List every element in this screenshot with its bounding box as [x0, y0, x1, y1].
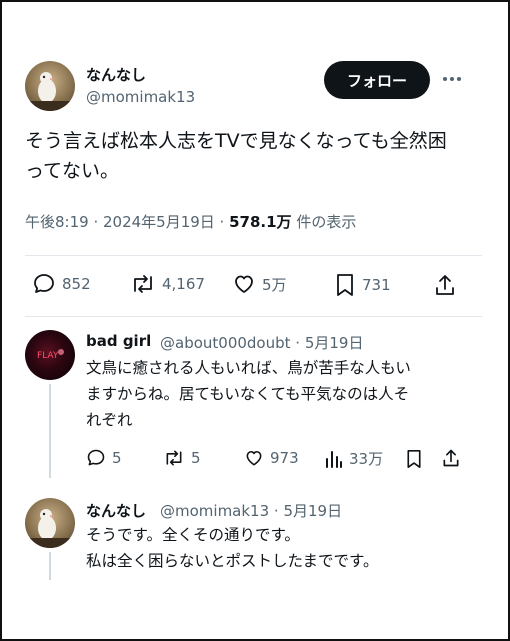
- display-name[interactable]: なんなし: [86, 500, 146, 521]
- avatar[interactable]: [25, 498, 75, 548]
- reply-text-line: ますからね。居てもいなくても平気なのは人そ: [86, 385, 410, 403]
- reply-text-line: 私は全く困らないとポストしたまでです。: [86, 552, 379, 570]
- reply-icon: [87, 449, 105, 466]
- share-button[interactable]: [433, 272, 457, 298]
- repost-button[interactable]: 4,167: [130, 272, 205, 296]
- tweet-text-line: ってない。: [25, 160, 120, 182]
- thread-line: [49, 384, 51, 478]
- follow-button[interactable]: フォロー: [324, 61, 430, 99]
- like-icon: [235, 275, 253, 293]
- handle-date[interactable]: @about000doubt · 5月19日: [160, 332, 363, 353]
- like-count: 5万: [262, 275, 287, 294]
- share-button[interactable]: [441, 447, 461, 469]
- views-count: 578.1万: [229, 213, 292, 231]
- divider: [25, 316, 482, 317]
- avatar-image-icon: FLAY: [37, 349, 64, 361]
- reply-icon: [34, 274, 54, 293]
- reply-count: 5: [112, 449, 122, 467]
- bookmark-icon: [337, 274, 353, 296]
- repost-icon: [134, 275, 152, 293]
- reply-text-line: れぞれ: [86, 411, 133, 429]
- repost-button[interactable]: 5: [163, 448, 201, 468]
- timestamp[interactable]: 午後8:19 · 2024年5月19日 ·: [25, 213, 229, 231]
- tweet-text-line: そう言えば松本人志をTVで見なくなっても全然困: [25, 130, 447, 152]
- views-button[interactable]: 33万: [325, 448, 383, 469]
- svg-text:FLAY: FLAY: [37, 351, 59, 361]
- reply-text-line: 文鳥に癒される人もいれば、鳥が苦手な人もい: [86, 359, 411, 377]
- reply-button[interactable]: 5: [86, 448, 122, 468]
- bird-avatar-icon: [30, 509, 70, 548]
- avatar[interactable]: FLAY: [25, 330, 75, 380]
- views-label: 件の表示: [291, 213, 357, 231]
- share-icon: [443, 449, 459, 467]
- reply-text-line: そうです。全くその通りです。: [86, 526, 300, 544]
- like-count: 973: [270, 449, 299, 467]
- display-name[interactable]: なんなし: [86, 64, 146, 85]
- views-icon: [326, 450, 342, 468]
- bookmark-button[interactable]: 731: [334, 272, 391, 298]
- tweet-text: そう言えば松本人志をTVで見なくなっても全然困 ってない。: [25, 126, 475, 186]
- reply-text: そうです。全くその通りです。 私は全く困らないとポストしたまでです。: [86, 522, 486, 574]
- tweet-meta: 午後8:19 · 2024年5月19日 · 578.1万 件の表示: [25, 211, 356, 232]
- avatar[interactable]: [25, 61, 75, 111]
- repost-count: 4,167: [162, 275, 205, 293]
- thread-line: [49, 552, 51, 580]
- like-button[interactable]: 5万: [232, 272, 287, 296]
- share-icon: [436, 275, 454, 295]
- reply-button[interactable]: 852: [32, 272, 91, 296]
- handle-date[interactable]: @momimak13 · 5月19日: [160, 500, 342, 521]
- bookmark-icon: [407, 450, 421, 468]
- divider: [25, 255, 482, 256]
- repost-count: 5: [191, 449, 201, 467]
- reply-text: 文鳥に癒される人もいれば、鳥が苦手な人もい ますからね。居てもいなくても平気なの…: [86, 355, 486, 433]
- bird-avatar-icon: [30, 72, 70, 111]
- display-name[interactable]: bad girl: [86, 332, 151, 350]
- more-icon[interactable]: [438, 66, 466, 92]
- bookmark-count: 731: [362, 276, 391, 294]
- reply-count: 852: [62, 275, 91, 293]
- handle[interactable]: @momimak13: [86, 88, 195, 106]
- bookmark-button[interactable]: [405, 448, 423, 470]
- views-count: 33万: [349, 450, 384, 468]
- like-button[interactable]: 973: [244, 448, 299, 468]
- repost-icon: [166, 450, 182, 466]
- like-icon: [246, 450, 262, 466]
